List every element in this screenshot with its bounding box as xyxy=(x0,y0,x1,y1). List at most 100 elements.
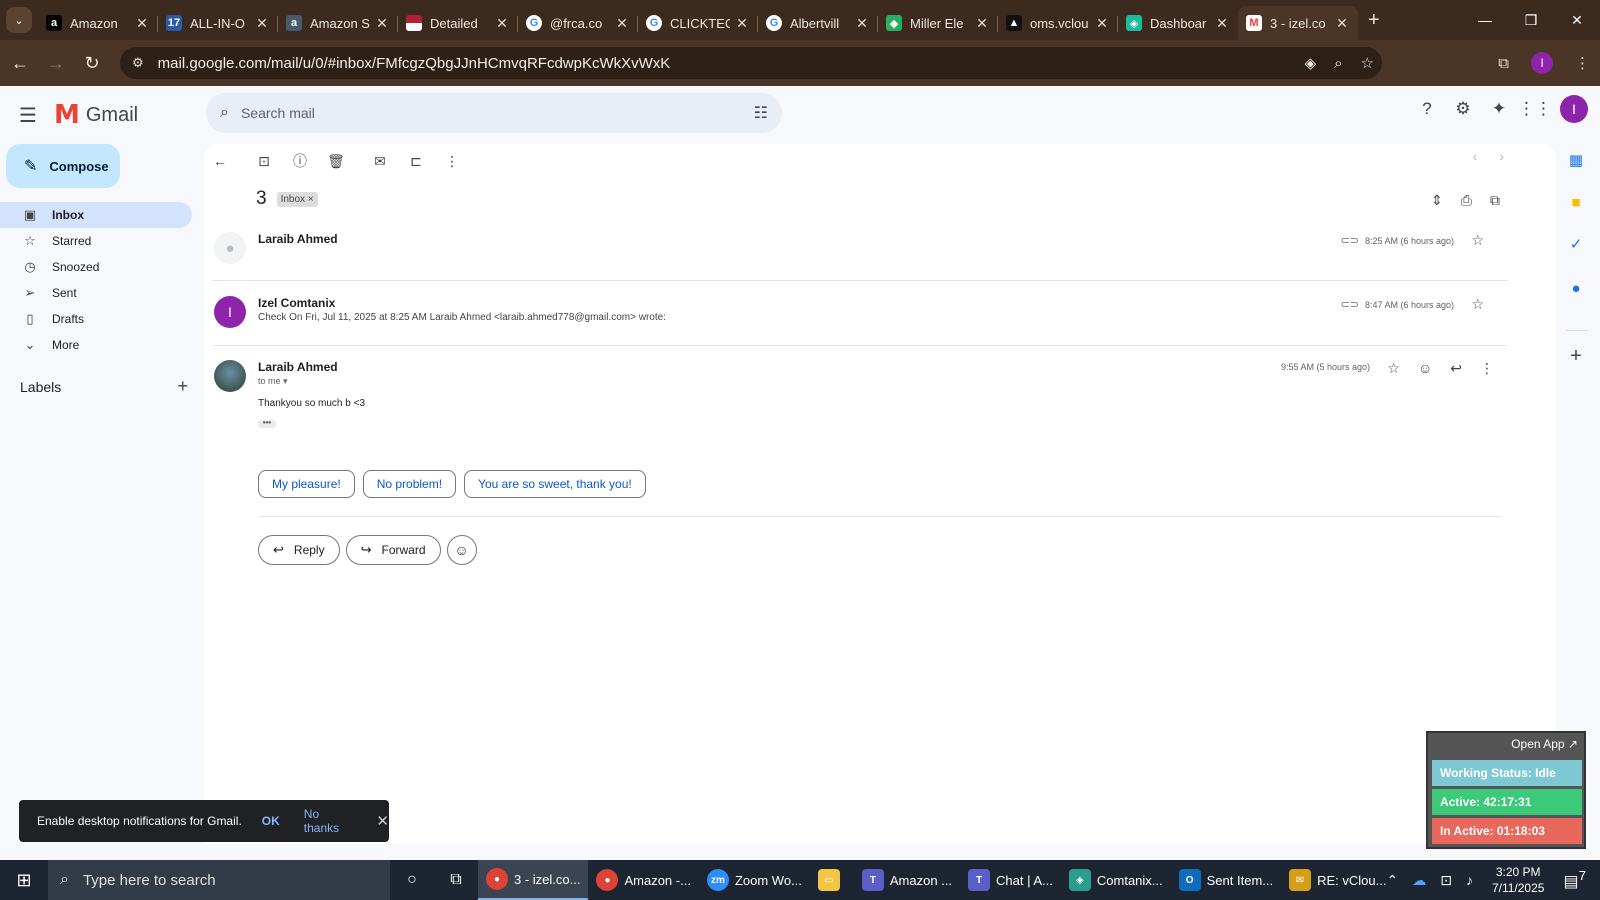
profile-avatar[interactable]: I xyxy=(1531,52,1553,74)
notification-center-icon[interactable]: ▤7 xyxy=(1563,868,1586,891)
new-tab-button[interactable]: + xyxy=(1368,9,1380,32)
tasks-icon[interactable]: ✓ xyxy=(1566,234,1586,254)
newer-icon[interactable]: ‹ xyxy=(1473,148,1478,164)
smart-reply-button[interactable]: No problem! xyxy=(362,470,457,498)
cortana-icon[interactable]: ○ xyxy=(390,860,434,900)
sidebar-item-drafts[interactable]: ▯ Drafts xyxy=(0,306,192,332)
settings-gear-icon[interactable]: ⚙ xyxy=(1452,98,1474,120)
gemini-sparkle-icon[interactable]: ✦ xyxy=(1488,98,1510,120)
sender-name[interactable]: Laraib Ahmed xyxy=(258,360,338,374)
browser-menu-icon[interactable]: ⋮ xyxy=(1575,54,1590,72)
extensions-icon[interactable]: ⧉ xyxy=(1498,55,1509,72)
restore-icon[interactable]: ❐ xyxy=(1508,0,1554,40)
taskbar-app-teams[interactable]: T Chat | A... xyxy=(960,860,1061,900)
browser-tab[interactable]: 17 ALL-IN-O ✕ xyxy=(158,6,278,40)
close-window-icon[interactable]: ✕ xyxy=(1554,0,1600,40)
sidebar-item-more[interactable]: ⌄ More xyxy=(0,332,192,358)
taskbar-app-chrome[interactable]: ● Amazon -... xyxy=(588,860,698,900)
forward-button[interactable]: ↪ Forward xyxy=(345,535,441,565)
sender-photo-avatar[interactable] xyxy=(214,360,246,392)
task-view-icon[interactable]: ⧉ xyxy=(434,860,478,900)
account-avatar[interactable]: I xyxy=(1560,95,1588,123)
mark-unread-icon[interactable]: ✉ xyxy=(372,153,388,169)
remove-label-icon[interactable]: × xyxy=(308,194,314,205)
browser-tab[interactable]: ◈ Dashboar ✕ xyxy=(1118,6,1238,40)
lens-icon[interactable]: ◈ xyxy=(1305,54,1317,72)
open-new-window-icon[interactable]: ⧉ xyxy=(1490,192,1500,209)
back-icon[interactable]: ← xyxy=(4,47,36,79)
help-icon[interactable]: ? xyxy=(1416,98,1438,120)
reply-button[interactable]: ↩ Reply xyxy=(258,535,340,565)
recipient-line[interactable]: to me ▾ xyxy=(258,376,288,387)
toast-no-thanks-button[interactable]: No thanks xyxy=(304,807,355,835)
contacts-icon[interactable]: ● xyxy=(1566,278,1586,298)
star-toggle-icon[interactable]: ☆ xyxy=(1471,296,1484,313)
message-collapsed[interactable]: ● Laraib Ahmed ⊂⊃ 8:25 AM (6 hours ago) ☆ xyxy=(212,232,1502,266)
reload-icon[interactable]: ↻ xyxy=(76,47,108,79)
browser-tab[interactable]: a Amazon ✕ xyxy=(38,6,158,40)
close-icon[interactable]: ✕ xyxy=(1334,15,1350,32)
close-icon[interactable]: ✕ xyxy=(974,15,990,32)
print-icon[interactable]: ⎙ xyxy=(1461,192,1472,209)
star-toggle-icon[interactable]: ☆ xyxy=(1471,232,1484,249)
bookmark-star-icon[interactable]: ☆ xyxy=(1361,54,1374,72)
close-icon[interactable]: ✕ xyxy=(854,15,870,32)
move-to-icon[interactable]: ⊏ xyxy=(408,153,424,169)
close-icon[interactable]: ✕ xyxy=(254,15,270,32)
close-icon[interactable]: ✕ xyxy=(374,15,390,32)
taskbar-app-mail[interactable]: ✉ RE: vClou... xyxy=(1281,860,1394,900)
browser-tab[interactable]: a Amazon S ✕ xyxy=(278,6,398,40)
gmail-logo[interactable]: M Gmail xyxy=(54,100,138,130)
chevron-up-icon[interactable]: ⌃ xyxy=(1386,872,1398,889)
close-icon[interactable]: ✕ xyxy=(734,15,750,32)
browser-tab[interactable]: ▲ oms.vclou ✕ xyxy=(998,6,1118,40)
main-menu-icon[interactable]: ☰ xyxy=(8,95,48,135)
sidebar-item-snoozed[interactable]: ◷ Snoozed xyxy=(0,254,192,280)
sidebar-item-inbox[interactable]: ▣ Inbox xyxy=(0,202,192,228)
apps-grid-icon[interactable]: ⋮⋮ xyxy=(1518,98,1552,120)
onedrive-icon[interactable]: ☁ xyxy=(1412,872,1426,889)
taskbar-app-teams[interactable]: T Amazon ... xyxy=(854,860,960,900)
tab-search-button[interactable]: ⌄ xyxy=(6,7,32,33)
taskbar-app-file-explorer[interactable]: ▭ xyxy=(810,860,854,900)
toast-ok-button[interactable]: OK xyxy=(262,814,280,828)
open-app-link[interactable]: Open App ↗ xyxy=(1511,737,1578,751)
browser-tab-active[interactable]: M 3 - izel.co ✕ xyxy=(1238,6,1358,40)
minimize-icon[interactable]: — xyxy=(1462,0,1508,40)
close-icon[interactable]: ✕ xyxy=(376,812,389,830)
taskbar-search-input[interactable]: ⌕ Type here to search xyxy=(48,860,390,900)
star-toggle-icon[interactable]: ☆ xyxy=(1387,360,1400,377)
search-input[interactable]: ⌕ Search mail ☷ xyxy=(206,93,782,133)
smart-reply-button[interactable]: You are so sweet, thank you! xyxy=(464,470,646,498)
report-spam-icon[interactable]: ⓘ xyxy=(292,153,308,169)
browser-tab[interactable]: G @frca.co ✕ xyxy=(518,6,638,40)
sidebar-item-sent[interactable]: ➢ Sent xyxy=(0,280,192,306)
taskbar-app-comtanix[interactable]: ◈ Comtanix... xyxy=(1061,860,1171,900)
taskbar-app-outlook[interactable]: O Sent Item... xyxy=(1171,860,1281,900)
site-info-icon[interactable]: ⚙ xyxy=(132,55,144,71)
add-label-icon[interactable]: + xyxy=(177,376,188,397)
search-icon[interactable]: ⌕ xyxy=(220,104,229,122)
expand-all-icon[interactable]: ⇕ xyxy=(1431,192,1443,209)
network-icon[interactable]: ⊡ xyxy=(1440,872,1452,889)
back-arrow-icon[interactable]: ← xyxy=(212,153,228,169)
calendar-icon[interactable]: ▦ xyxy=(1566,150,1586,170)
message-collapsed[interactable]: I Izel Comtanix Check On Fri, Jul 11, 20… xyxy=(212,296,1502,330)
browser-tab[interactable]: G CLICKTEC ✕ xyxy=(638,6,758,40)
browser-tab[interactable]: Detailed ✕ xyxy=(398,6,518,40)
older-icon[interactable]: › xyxy=(1499,148,1504,164)
keep-icon[interactable]: ■ xyxy=(1566,192,1586,212)
more-actions-icon[interactable]: ⋮ xyxy=(1480,360,1494,377)
url-bar[interactable]: ⚙ mail.google.com/mail/u/0/#inbox/FMfcgz… xyxy=(120,47,1382,79)
get-addons-icon[interactable]: + xyxy=(1566,345,1586,367)
close-icon[interactable]: ✕ xyxy=(1214,15,1230,32)
close-icon[interactable]: ✕ xyxy=(134,15,150,32)
search-options-icon[interactable]: ☷ xyxy=(754,103,768,123)
browser-tab[interactable]: ◆ Miller Ele ✕ xyxy=(878,6,998,40)
reply-icon[interactable]: ↩ xyxy=(1450,360,1462,377)
emoji-react-icon[interactable]: ☺ xyxy=(1418,360,1432,377)
close-icon[interactable]: ✕ xyxy=(614,15,630,32)
show-trimmed-content-button[interactable]: ••• xyxy=(258,419,276,428)
browser-tab[interactable]: G Albertvill ✕ xyxy=(758,6,878,40)
delete-icon[interactable]: 🗑 xyxy=(327,153,345,169)
